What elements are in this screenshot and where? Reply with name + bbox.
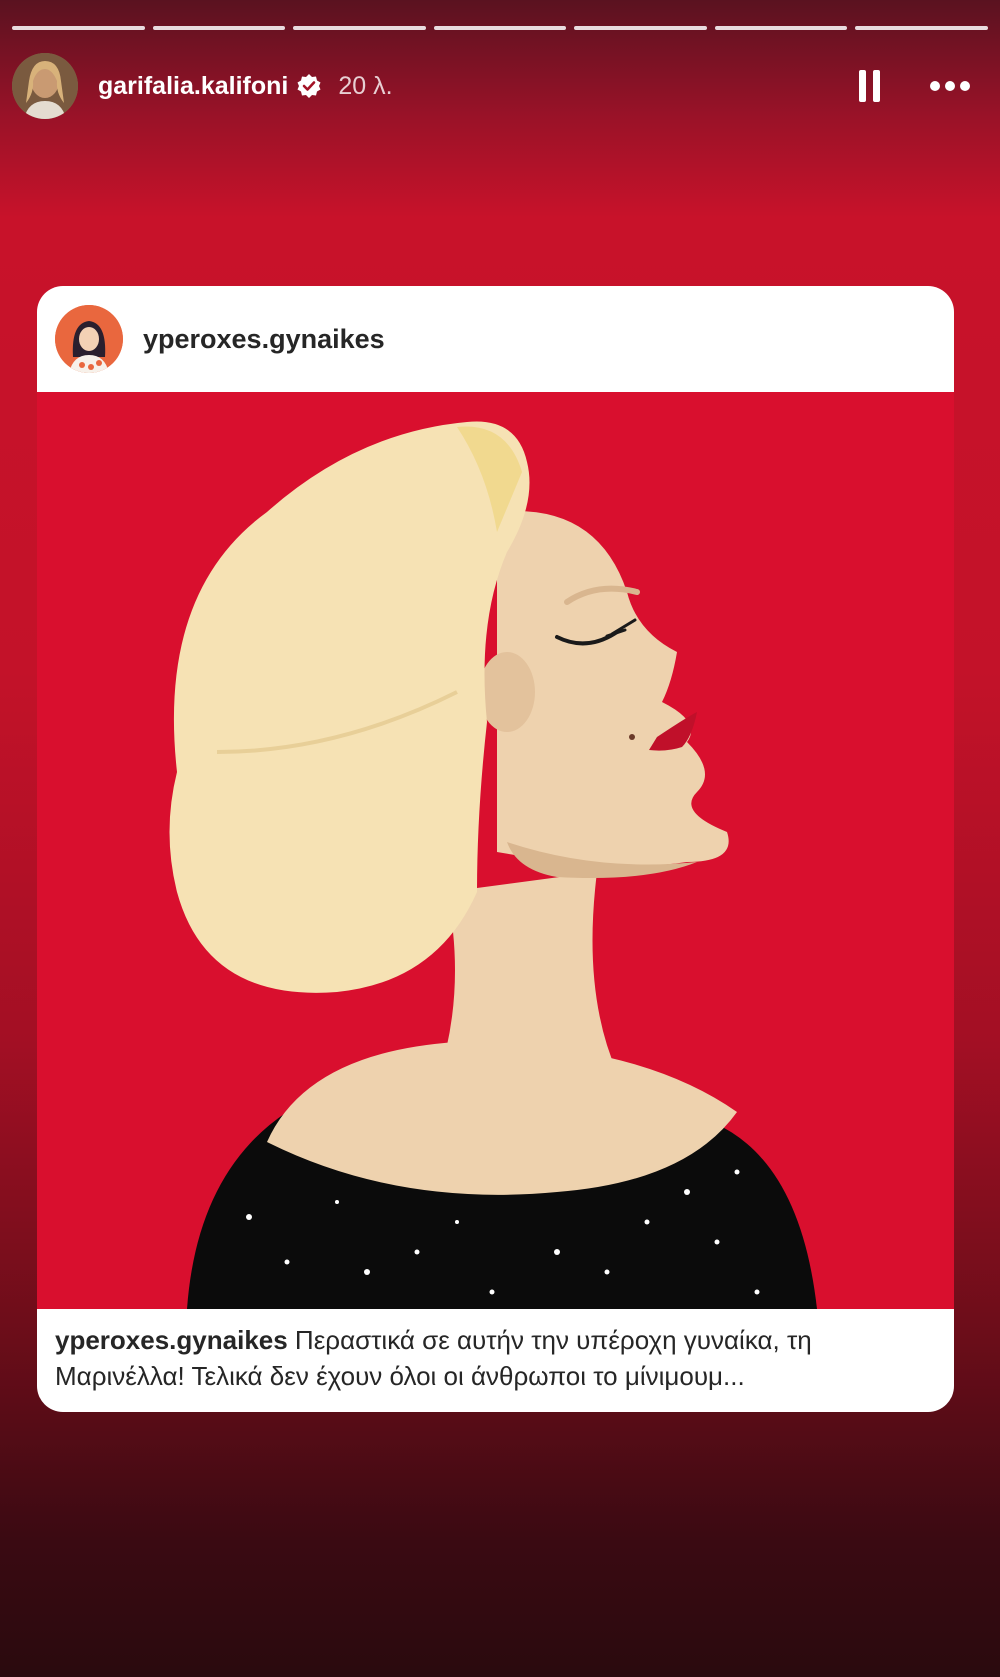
progress-segment bbox=[433, 26, 567, 30]
progress-segment bbox=[12, 26, 145, 30]
story-username[interactable]: garifalia.kalifoni bbox=[98, 72, 288, 101]
caption-username[interactable]: yperoxes.gynaikes bbox=[55, 1325, 288, 1355]
progress-segment bbox=[714, 26, 848, 30]
pause-icon[interactable] bbox=[859, 70, 880, 102]
post-image[interactable] bbox=[37, 392, 954, 1309]
story-user-avatar[interactable] bbox=[12, 53, 78, 119]
story-header: garifalia.kalifoni 20 λ. bbox=[12, 52, 970, 120]
story-progress-bar bbox=[12, 26, 989, 30]
post-header: yperoxes.gynaikes bbox=[37, 286, 954, 392]
progress-segment bbox=[574, 26, 707, 30]
progress-segment bbox=[293, 26, 426, 30]
post-caption: yperoxes.gynaikes Περαστικά σε αυτήν την… bbox=[55, 1322, 936, 1394]
post-author-avatar[interactable] bbox=[55, 305, 123, 373]
post-author-username[interactable]: yperoxes.gynaikes bbox=[143, 324, 385, 355]
woman-profile-illustration bbox=[37, 392, 954, 1309]
verified-badge-icon bbox=[297, 74, 321, 98]
more-options-icon[interactable] bbox=[930, 81, 970, 91]
shared-post-card[interactable]: yperoxes.gynaikes yperoxes.gynaikes Περα… bbox=[37, 286, 954, 1412]
progress-segment bbox=[152, 26, 286, 30]
story-timestamp: 20 λ. bbox=[338, 71, 393, 100]
progress-segment bbox=[855, 26, 989, 30]
